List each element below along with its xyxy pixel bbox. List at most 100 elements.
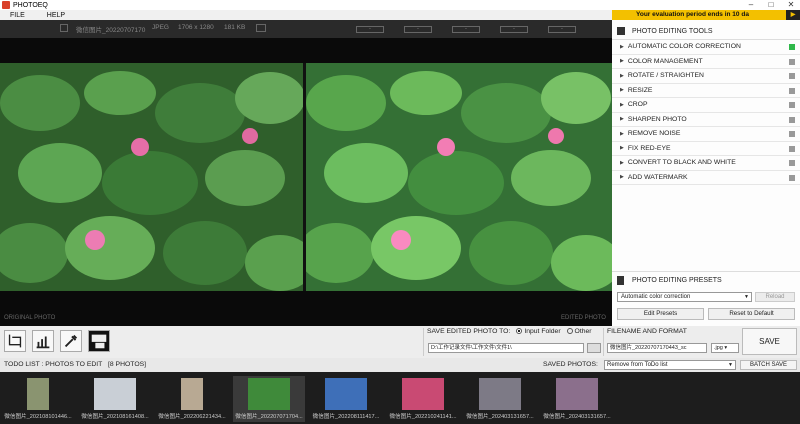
save-to-label: SAVE EDITED PHOTO TO: [427, 328, 511, 335]
tool-item[interactable]: ▶ SHARPEN PHOTO [612, 113, 800, 127]
reset-default-button[interactable]: Reset to Default [708, 308, 795, 320]
tools-list: ▶ AUTOMATIC COLOR CORRECTION ▶ COLOR MANAGE… [612, 40, 800, 185]
view-box-4[interactable]: - [500, 26, 528, 33]
tool-status-indicator[interactable] [789, 160, 795, 166]
thumbnail-caption: 微信图片_202207071704... [235, 414, 303, 420]
menu-help[interactable]: HELP [47, 12, 65, 19]
saved-photos-label: SAVED PHOTOS: [543, 361, 598, 368]
tool-label: CROP [627, 101, 648, 109]
trial-banner[interactable]: Your evaluation period ends in 10 da ▶ [612, 10, 800, 20]
save-path-field[interactable]: D:\工作记录文件\工作文件\文件1\ [428, 343, 584, 353]
app-logo-icon [2, 1, 10, 9]
tool-status-indicator[interactable] [789, 44, 795, 50]
tool-status-indicator[interactable] [789, 116, 795, 123]
thumbnail-image [248, 378, 290, 410]
grid-icon[interactable] [60, 24, 68, 32]
tool-item[interactable]: ▶ RESIZE [612, 84, 800, 98]
expand-arrow-icon: ▶ [620, 145, 624, 152]
crop-mode-icon[interactable] [4, 330, 26, 352]
tool-item[interactable]: ▶ ROTATE / STRAIGHTEN [612, 69, 800, 84]
thumbnail-item[interactable]: 微信图片_202208111417... [310, 376, 382, 422]
tools-icon [617, 27, 625, 35]
editing-panel: PHOTO EDITING TOOLS ▶ AUTOMATIC COLOR COR… [612, 20, 800, 326]
radio-input-folder[interactable] [516, 328, 523, 335]
tool-item[interactable]: ▶ CONVERT TO BLACK AND WHITE [612, 156, 800, 171]
split-view-icon[interactable] [256, 24, 266, 32]
levels-mode-icon[interactable] [32, 330, 54, 352]
tool-label: REMOVE NOISE [627, 130, 681, 138]
tool-item[interactable]: ▶ COLOR MANAGEMENT [612, 55, 800, 69]
tool-label: COLOR MANAGEMENT [627, 57, 703, 65]
tool-item[interactable]: ▶ CROP [612, 98, 800, 113]
expand-arrow-icon: ▶ [620, 43, 624, 50]
expand-arrow-icon: ▶ [620, 130, 624, 137]
thumbnail-item[interactable]: 微信图片_202207071704... [233, 376, 305, 422]
thumbnail-item[interactable]: 微信图片_202206221434... [156, 376, 228, 422]
thumbnail-image [325, 378, 367, 410]
photo-filename: 微信图片_20220707170 [76, 27, 146, 34]
format-value: .jpg [714, 345, 723, 351]
thumbnail-item[interactable]: 微信图片_202210241141... [387, 376, 459, 422]
thumbnail-item[interactable]: 微信图片_202108101446... [2, 376, 74, 422]
save-destination: SAVE EDITED PHOTO TO: Input Folder Other… [423, 328, 603, 356]
tool-status-indicator[interactable] [789, 87, 795, 94]
menu-bar: FILE HELP [0, 10, 612, 20]
thumbnail-item[interactable]: 微信图片_202108161408... [79, 376, 151, 422]
thumbnail-caption: 微信图片_202108101446... [4, 414, 72, 420]
view-box-2[interactable]: - [404, 26, 432, 33]
thumbnail-image [94, 378, 136, 410]
tool-item[interactable]: ▶ AUTOMATIC COLOR CORRECTION [612, 40, 800, 55]
chevron-down-icon: ▼ [744, 294, 749, 300]
tool-status-indicator[interactable] [789, 174, 795, 181]
menu-file[interactable]: FILE [10, 12, 25, 19]
tool-item[interactable]: ▶ FIX RED-EYE [612, 142, 800, 156]
batch-save-button[interactable]: BATCH SAVE [740, 360, 797, 370]
filename-format: FILENAME AND FORMAT 微信图片_20220707170443_… [603, 328, 741, 356]
todo-bar: TODO LIST : PHOTOS TO EDIT [8 PHOTOS] SA… [0, 358, 800, 372]
expand-arrow-icon: ▶ [620, 101, 624, 108]
radio-other[interactable] [566, 328, 573, 335]
thumbnail-image [181, 378, 203, 410]
reload-button[interactable]: Reload [755, 292, 795, 302]
other-label: Other [574, 328, 592, 335]
thumbnail-item[interactable]: 微信图片_202403131657... [541, 376, 613, 422]
trial-text: Your evaluation period ends in 10 da [636, 11, 749, 18]
photo-size: 181 KB [224, 24, 246, 31]
photo-format: JPEG [152, 24, 169, 31]
tool-status-indicator[interactable] [789, 73, 795, 79]
view-box-1[interactable]: - [356, 26, 384, 33]
tool-status-indicator[interactable] [789, 102, 795, 108]
folder-icon[interactable] [587, 343, 601, 353]
preset-value: Automatic color correction [621, 294, 691, 300]
filename-label: FILENAME AND FORMAT [607, 328, 687, 335]
thumbnail-image [27, 378, 49, 410]
picker-mode-icon[interactable] [60, 330, 82, 352]
minimize-button[interactable]: – [742, 0, 760, 10]
save-button[interactable]: SAVE [742, 328, 797, 355]
filename-field[interactable]: 微信图片_20220707170443_sc [607, 343, 707, 353]
thumbnail-caption: 微信图片_202108161408... [81, 414, 149, 420]
view-box-3[interactable]: - [452, 26, 480, 33]
edit-presets-button[interactable]: Edit Presets [617, 308, 704, 320]
expand-arrow-icon: ▶ [620, 72, 624, 79]
tool-status-indicator[interactable] [789, 131, 795, 137]
tool-item[interactable]: ▶ REMOVE NOISE [612, 127, 800, 142]
tool-status-indicator[interactable] [789, 145, 795, 152]
close-button[interactable]: ✕ [782, 0, 800, 10]
trial-arrow-icon[interactable]: ▶ [786, 10, 800, 20]
todo-title: TODO LIST : PHOTOS TO EDIT [4, 361, 103, 368]
maximize-button[interactable]: □ [762, 0, 780, 10]
preset-select[interactable]: Automatic color correction ▼ [617, 292, 752, 302]
saved-photos-select[interactable]: Remove from ToDo list ▼ [604, 360, 736, 370]
tool-label: ADD WATERMARK [627, 173, 688, 181]
expand-arrow-icon: ▶ [620, 159, 624, 166]
thumbnail-item[interactable]: 微信图片_202403131657... [464, 376, 536, 422]
tool-status-indicator[interactable] [789, 58, 795, 65]
compare-mode-icon[interactable] [88, 330, 110, 352]
format-select[interactable]: .jpg ▾ [711, 343, 739, 353]
thumbnail-image [556, 378, 598, 410]
thumbnail-caption: 微信图片_202208111417... [312, 414, 380, 420]
edited-photo [306, 63, 612, 291]
tool-item[interactable]: ▶ ADD WATERMARK [612, 171, 800, 185]
view-box-5[interactable]: - [548, 26, 576, 33]
